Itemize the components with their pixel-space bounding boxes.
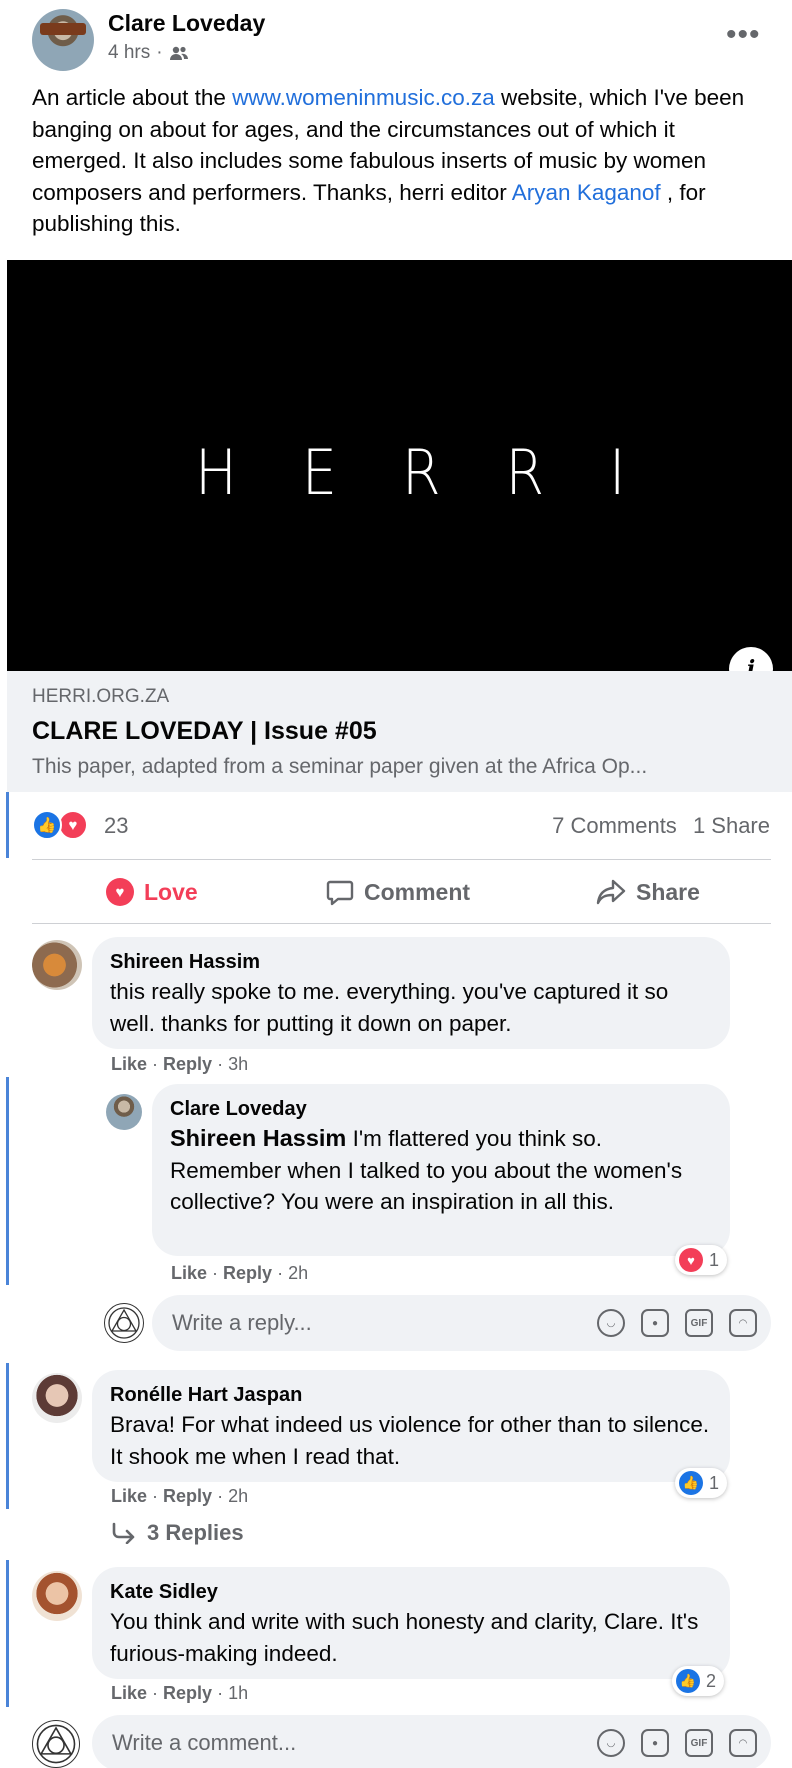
- comment-time[interactable]: 2h: [288, 1263, 308, 1283]
- like-link[interactable]: Like: [111, 1683, 147, 1703]
- love-icon: ♥: [679, 1248, 703, 1272]
- comment-bubble: Shireen Hassim this really spoke to me. …: [92, 937, 730, 1049]
- reaction-icons[interactable]: 👍 ♥: [32, 810, 88, 840]
- like-link[interactable]: Like: [171, 1263, 207, 1283]
- author-avatar[interactable]: [32, 9, 94, 71]
- herri-logo: HERRI: [195, 436, 691, 509]
- reaction-badge[interactable]: ♥ 1: [675, 1245, 728, 1275]
- comment-time[interactable]: 1h: [228, 1683, 248, 1703]
- profile-emblem-icon: [108, 1307, 140, 1339]
- post-time[interactable]: 4 hrs: [108, 42, 150, 64]
- share-button[interactable]: Share: [596, 874, 700, 910]
- sticker-icon[interactable]: ◠: [729, 1309, 757, 1337]
- sticker-icon[interactable]: ◠: [729, 1729, 757, 1757]
- reply-link[interactable]: Reply: [223, 1263, 272, 1283]
- like-link[interactable]: Like: [111, 1486, 147, 1506]
- comment-placeholder: Write a comment...: [112, 1730, 297, 1755]
- commenter-avatar[interactable]: [32, 1373, 82, 1423]
- commenter-name[interactable]: Ronélle Hart Jaspan: [110, 1384, 712, 1407]
- camera-icon[interactable]: ●: [641, 1729, 669, 1757]
- input-tools: ◡ ● GIF ◠: [597, 1729, 757, 1757]
- like-link[interactable]: Like: [111, 1054, 147, 1074]
- reply-arrow-icon: [112, 1522, 135, 1544]
- reply-placeholder: Write a reply...: [172, 1310, 312, 1335]
- gif-icon[interactable]: GIF: [685, 1309, 713, 1337]
- commenter-avatar[interactable]: [106, 1094, 142, 1130]
- like-icon: 👍: [679, 1471, 703, 1495]
- thread-line: [6, 1077, 9, 1285]
- commenter-name[interactable]: Shireen Hassim: [110, 951, 712, 974]
- divider: [32, 923, 771, 924]
- gif-icon[interactable]: GIF: [685, 1729, 713, 1757]
- preview-title[interactable]: CLARE LOVEDAY | Issue #05: [32, 717, 377, 746]
- reply-link[interactable]: Reply: [163, 1054, 212, 1074]
- comment-input[interactable]: Write a comment... ◡ ● GIF ◠: [92, 1715, 771, 1768]
- post-stats: 7 Comments 1 Share: [552, 813, 770, 839]
- comment-actions: Like · Reply · 2h: [171, 1263, 309, 1283]
- link-preview-image[interactable]: HERRI: [7, 260, 792, 671]
- commenter-name[interactable]: Clare Loveday: [170, 1098, 712, 1121]
- reply-link[interactable]: Reply: [163, 1486, 212, 1506]
- commenter-avatar[interactable]: [32, 940, 82, 990]
- reaction-badge[interactable]: 👍 2: [672, 1666, 725, 1696]
- input-tools: ◡ ● GIF ◠: [597, 1309, 757, 1337]
- reaction-badge[interactable]: 👍 1: [675, 1468, 728, 1498]
- love-icon: ♥: [106, 878, 134, 906]
- comment-bubble: Clare Loveday Shireen Hassim I'm flatter…: [152, 1084, 730, 1256]
- divider: [32, 859, 771, 860]
- camera-icon[interactable]: ●: [641, 1309, 669, 1337]
- comment-text: this really spoke to me. everything. you…: [110, 979, 669, 1036]
- preview-domain: HERRI.ORG.ZA: [32, 686, 170, 707]
- friends-audience-icon[interactable]: [169, 45, 189, 61]
- reply-input[interactable]: Write a reply... ◡ ● GIF ◠: [152, 1295, 771, 1351]
- comment-bubble: Ronélle Hart Jaspan Brava! For what inde…: [92, 1370, 730, 1482]
- share-count[interactable]: 1 Share: [693, 813, 770, 838]
- comment-actions: Like · Reply · 1h: [111, 1683, 249, 1703]
- comment-text: You think and write with such honesty an…: [110, 1609, 699, 1666]
- post-text: An article about the www.womeninmusic.co…: [32, 85, 745, 236]
- comment-text: Shireen Hassim I'm flattered you think s…: [170, 1125, 683, 1214]
- share-icon: [596, 879, 626, 905]
- my-avatar: [104, 1303, 144, 1343]
- preview-description: This paper, adapted from a seminar paper…: [32, 755, 648, 778]
- thread-line: [6, 1560, 9, 1707]
- comment-icon: [326, 880, 354, 906]
- comment-time[interactable]: 3h: [228, 1054, 248, 1074]
- reply-link[interactable]: Reply: [163, 1683, 212, 1703]
- emoji-icon[interactable]: ◡: [597, 1729, 625, 1757]
- comment-text: Brava! For what indeed us violence for o…: [110, 1412, 710, 1469]
- post-author[interactable]: Clare Loveday: [108, 10, 265, 37]
- profile-emblem-icon: [36, 1724, 76, 1764]
- mention-link[interactable]: Aryan Kaganof: [512, 180, 661, 205]
- comment-actions: Like · Reply · 2h: [111, 1486, 249, 1506]
- thread-line: [6, 792, 9, 858]
- commenter-name[interactable]: Kate Sidley: [110, 1581, 712, 1604]
- more-options-icon[interactable]: •••: [726, 20, 761, 50]
- reaction-count[interactable]: 23: [104, 813, 128, 839]
- like-icon: 👍: [676, 1669, 700, 1693]
- post-link[interactable]: www.womeninmusic.co.za: [232, 85, 495, 110]
- post-meta: 4 hrs ·: [108, 42, 189, 64]
- comment-time[interactable]: 2h: [228, 1486, 248, 1506]
- comment-actions: Like · Reply · 3h: [111, 1054, 249, 1074]
- thread-line: [6, 1363, 9, 1509]
- comment-bubble: Kate Sidley You think and write with suc…: [92, 1567, 730, 1679]
- like-icon: 👍: [32, 810, 62, 840]
- my-avatar: [32, 1720, 80, 1768]
- view-replies-button[interactable]: 3 Replies: [111, 1520, 244, 1546]
- comment-count[interactable]: 7 Comments: [552, 813, 677, 838]
- love-icon: ♥: [58, 810, 88, 840]
- commenter-avatar[interactable]: [32, 1571, 82, 1621]
- mention-tag[interactable]: Shireen Hassim: [170, 1125, 346, 1151]
- love-button[interactable]: ♥ Love: [106, 874, 198, 910]
- emoji-icon[interactable]: ◡: [597, 1309, 625, 1337]
- comment-button[interactable]: Comment: [326, 874, 470, 910]
